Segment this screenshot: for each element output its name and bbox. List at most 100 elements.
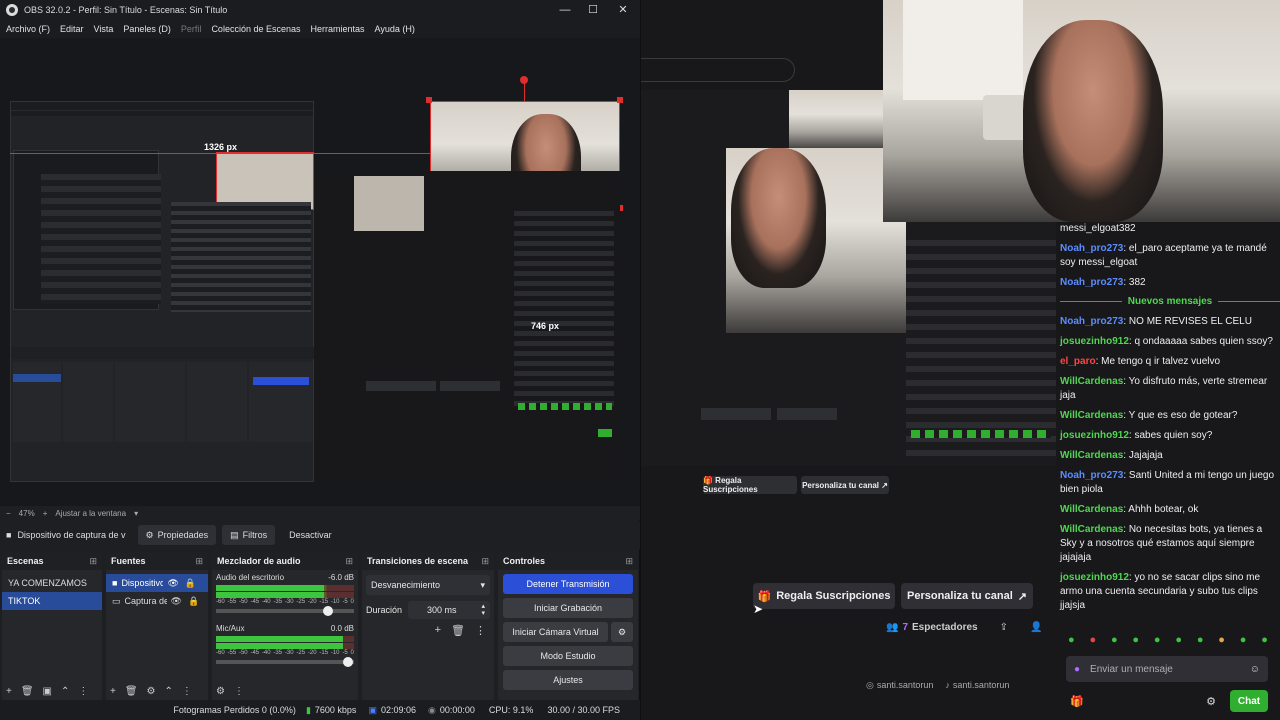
gear-icon[interactable]: ⚙: [147, 686, 156, 697]
rotation-handle-icon[interactable]: [520, 76, 528, 84]
dock-menu-icon[interactable]: ⊞: [345, 556, 353, 567]
studio-mode-button[interactable]: Modo Estudio: [503, 646, 633, 666]
stop-stream-button[interactable]: Detener Transmisión: [503, 574, 633, 594]
dock-menu-icon[interactable]: ⊞: [195, 556, 203, 567]
emoji-icon[interactable]: ☺: [1250, 664, 1260, 675]
volume-slider[interactable]: [216, 606, 354, 616]
filters-button[interactable]: ▤ Filtros: [222, 525, 276, 545]
gift-icon: 🎁: [757, 590, 772, 603]
virtual-camera-button[interactable]: Iniciar Cámara Virtual: [503, 622, 608, 642]
lock-icon[interactable]: 🔒: [185, 574, 196, 592]
resize-handle-icon[interactable]: [617, 97, 623, 103]
emote-icon[interactable]: ●: [1197, 634, 1204, 646]
scenes-dock: Escenas ⊞ YA COMENZAMOS TIKTOK + 🗑 ▣ ⌃ ⋮: [2, 552, 102, 700]
trash-icon[interactable]: 🗑: [21, 686, 34, 697]
trash-icon[interactable]: 🗑: [451, 624, 465, 637]
dock-menu-icon[interactable]: ⊞: [481, 556, 489, 567]
spinner-icon[interactable]: ▴ ▾: [481, 603, 485, 617]
maximize-button[interactable]: ☐: [578, 2, 608, 18]
start-recording-button[interactable]: Iniciar Grabación: [503, 598, 633, 618]
gift-icon[interactable]: 🎁: [1070, 695, 1084, 708]
mixer-header: Mezclador de audio: [217, 556, 301, 566]
menu-herramientas[interactable]: Herramientas: [311, 24, 365, 34]
viewers-icon: 👥: [886, 622, 899, 633]
emote-icon[interactable]: ●: [1175, 634, 1182, 646]
properties-button[interactable]: ⚙ Propiedades: [137, 525, 217, 545]
chevron-down-icon[interactable]: ▾: [134, 509, 138, 518]
deactivate-button[interactable]: Desactivar: [281, 525, 340, 545]
source-item[interactable]: ▭ Captura de 👁 🔒: [106, 592, 208, 610]
chat-message: Noah_pro273: 382: [1060, 277, 1146, 288]
social-link[interactable]: santi.santorun: [953, 680, 1010, 691]
add-icon[interactable]: +: [110, 686, 116, 697]
gift-subs-button[interactable]: 🎁 Regala Suscripciones: [753, 583, 895, 609]
dock-menu-icon[interactable]: ⊞: [89, 556, 97, 567]
eye-icon[interactable]: 👁: [171, 592, 182, 610]
zoom-fit-select[interactable]: Ajustar a la ventana: [55, 509, 126, 518]
guide-line-horizontal: [10, 153, 430, 154]
close-button[interactable]: ✕: [608, 2, 638, 18]
settings-button[interactable]: Ajustes: [503, 670, 633, 690]
emote-icon[interactable]: ●: [1240, 634, 1247, 646]
meter-scale: -60 -55 -50 -45 -40 -35 -30 -25 -20 -15 -10 -5 0: [216, 599, 354, 605]
resize-handle-icon[interactable]: [426, 97, 432, 103]
menu-coleccion-escenas[interactable]: Colección de Escenas: [211, 24, 300, 34]
emote-icon[interactable]: ●: [1132, 634, 1139, 646]
sources-dock: Fuentes ⊞ ■ Dispositivo 👁 🔒 ▭ Captura de …: [106, 552, 208, 700]
more-icon[interactable]: ⋮: [182, 686, 192, 697]
menu-perfil[interactable]: Perfil: [181, 24, 202, 34]
scene-item[interactable]: TIKTOK: [2, 592, 102, 610]
more-icon[interactable]: ⋮: [78, 686, 88, 697]
window-title: OBS 32.0.2 - Perfil: Sin Título - Escena…: [24, 5, 228, 15]
bitrate: 7600 kbps: [314, 705, 357, 715]
emote-icon[interactable]: ●: [1218, 634, 1225, 646]
source-item[interactable]: ■ Dispositivo 👁 🔒: [106, 574, 208, 592]
duration-input[interactable]: 300 ms ▴ ▾: [408, 601, 490, 619]
chat-send-button[interactable]: Chat: [1230, 690, 1268, 712]
zoom-in-button[interactable]: +: [43, 509, 48, 518]
gear-icon[interactable]: ⚙: [216, 686, 225, 697]
volume-slider[interactable]: [216, 657, 354, 667]
add-icon[interactable]: +: [6, 686, 12, 697]
chat-message: Noah_pro273: el_paro aceptame ya te mand…: [1060, 243, 1267, 268]
virtual-camera-settings-button[interactable]: ⚙: [611, 622, 633, 642]
menu-vista[interactable]: Vista: [94, 24, 114, 34]
source-toolbar: ■ Dispositivo de captura de v ⚙ Propieda…: [0, 521, 640, 549]
chevron-up-icon[interactable]: ⌃: [165, 686, 173, 697]
scene-item[interactable]: YA COMENZAMOS: [2, 574, 102, 592]
preview-canvas[interactable]: 1326 px 746 px: [0, 38, 640, 506]
microphone-icon[interactable]: ●: [1074, 664, 1080, 675]
menu-paneles[interactable]: Paneles (D): [123, 24, 171, 34]
menu-editar[interactable]: Editar: [60, 24, 84, 34]
menu-bar: Archivo (F) Editar Vista Paneles (D) Per…: [0, 20, 640, 38]
emote-icon[interactable]: ●: [1111, 634, 1118, 646]
emote-icon[interactable]: ●: [1261, 634, 1268, 646]
trash-icon[interactable]: 🗑: [125, 686, 138, 697]
more-icon[interactable]: ⋮: [475, 624, 486, 637]
transition-select[interactable]: Desvanecimiento ▾: [366, 575, 490, 595]
menu-archivo[interactable]: Archivo (F): [6, 24, 50, 34]
user-add-icon[interactable]: 👤: [1030, 622, 1042, 633]
zoom-out-button[interactable]: −: [6, 509, 11, 518]
add-icon[interactable]: +: [435, 624, 441, 637]
customize-channel-button[interactable]: Personaliza tu canal ↗: [901, 583, 1033, 609]
emote-icon[interactable]: ●: [1154, 634, 1161, 646]
chevron-down-icon: ▾: [480, 579, 485, 590]
copy-icon[interactable]: ▣: [43, 686, 52, 697]
gear-icon[interactable]: ⚙: [1206, 695, 1216, 708]
eye-icon[interactable]: 👁: [167, 574, 178, 592]
zoom-bar: − 47% + Ajustar a la ventana ▾: [0, 506, 640, 520]
minimize-button[interactable]: —: [550, 2, 580, 18]
emote-icon[interactable]: ●: [1089, 634, 1096, 646]
meter-tick-label: -40: [261, 599, 271, 605]
menu-ayuda[interactable]: Ayuda (H): [375, 24, 415, 34]
dock-menu-icon[interactable]: ⊞: [625, 556, 633, 567]
more-icon[interactable]: ⋮: [234, 686, 244, 697]
lock-icon[interactable]: 🔒: [188, 592, 199, 610]
share-icon[interactable]: ⇪: [1000, 622, 1008, 633]
chat-input[interactable]: ● Enviar un mensaje ☺: [1066, 656, 1268, 682]
chevron-up-icon[interactable]: ⌃: [61, 686, 69, 697]
social-link[interactable]: santi.santorun: [877, 680, 934, 691]
meter-tick-label: -40: [261, 650, 271, 656]
emote-icon[interactable]: ●: [1068, 634, 1075, 646]
